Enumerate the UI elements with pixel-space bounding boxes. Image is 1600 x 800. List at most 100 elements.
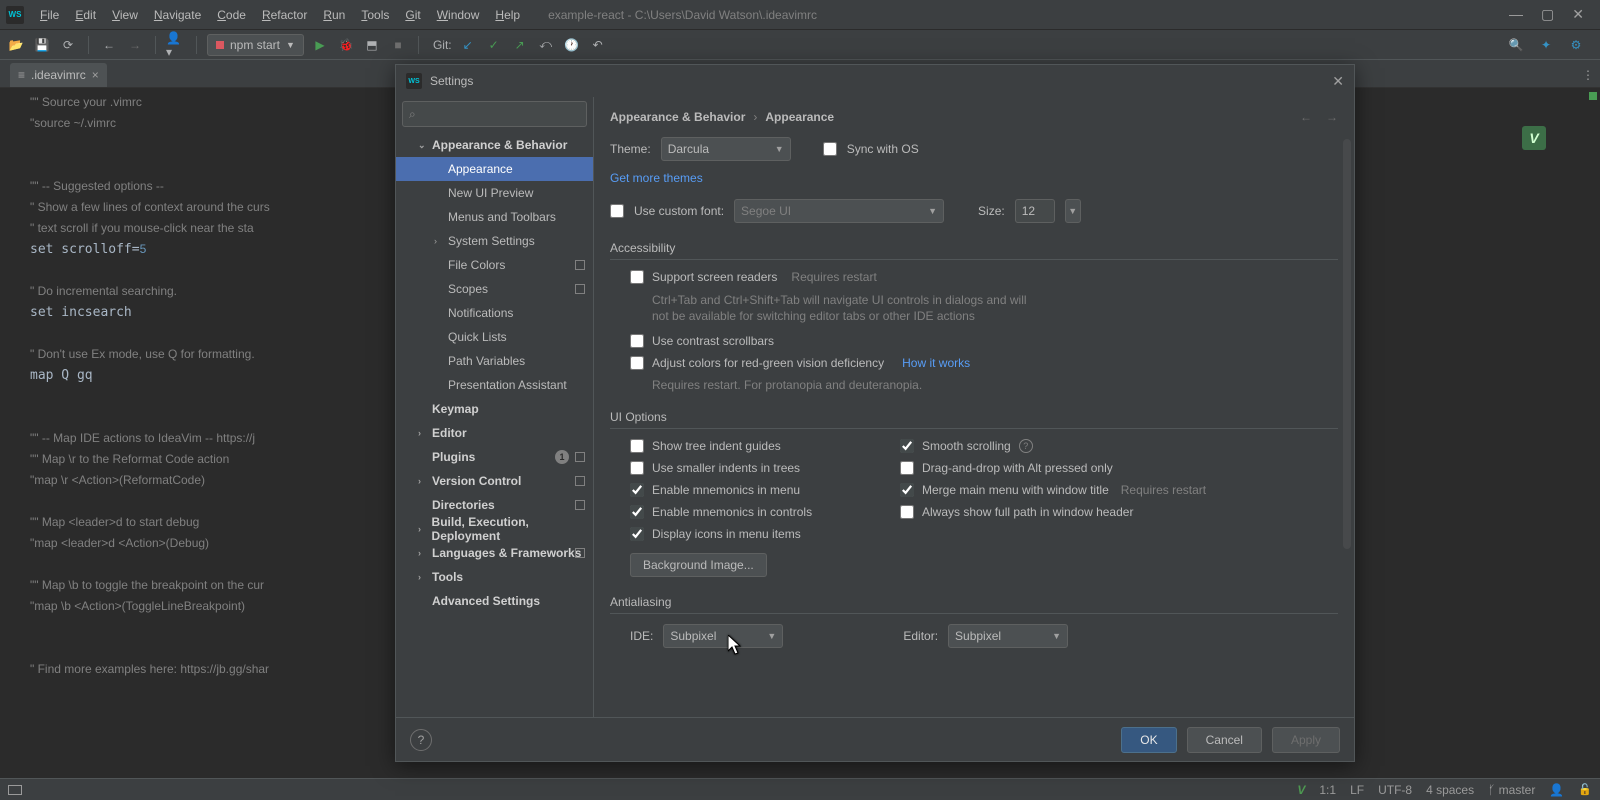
tree-item-editor[interactable]: ›Editor <box>396 421 593 445</box>
agent-icon[interactable]: 👤 <box>1549 783 1564 797</box>
adjust-colors-checkbox[interactable] <box>630 356 644 370</box>
tree-item-scopes[interactable]: Scopes <box>396 277 593 301</box>
help-button[interactable]: ? <box>410 729 432 751</box>
smooth-scrolling-checkbox[interactable] <box>900 439 914 453</box>
git-clock-icon[interactable]: 🕐 <box>562 35 582 55</box>
tree-item-build-execution-deployment[interactable]: ›Build, Execution, Deployment <box>396 517 593 541</box>
font-size-stepper[interactable]: ▼ <box>1065 199 1081 223</box>
apply-button[interactable]: Apply <box>1272 727 1340 753</box>
debug-icon[interactable]: 🐞 <box>336 35 356 55</box>
forward-icon[interactable]: → <box>125 35 145 55</box>
ide-aa-combobox[interactable]: Subpixel▼ <box>663 624 783 648</box>
gear-icon[interactable]: ⚙ <box>1566 35 1586 55</box>
run-icon[interactable]: ▶ <box>310 35 330 55</box>
editor-aa-combobox[interactable]: Subpixel▼ <box>948 624 1068 648</box>
nav-forward-icon[interactable]: → <box>1326 110 1338 124</box>
tree-item-presentation-assistant[interactable]: Presentation Assistant <box>396 373 593 397</box>
editor-tab[interactable]: ≡ .ideavimrc × <box>10 63 107 87</box>
tree-item-advanced-settings[interactable]: Advanced Settings <box>396 589 593 613</box>
full-path-checkbox[interactable] <box>900 505 914 519</box>
tab-menu-icon[interactable]: ⋮ <box>1582 68 1594 82</box>
breadcrumb-parent[interactable]: Appearance & Behavior <box>610 110 745 124</box>
indent-status[interactable]: 4 spaces <box>1426 783 1474 797</box>
close-button[interactable]: ✕ <box>1572 6 1584 23</box>
settings-search-input[interactable]: ⌕ <box>402 101 587 127</box>
font-size-input[interactable] <box>1015 199 1055 223</box>
git-update-icon[interactable]: ↙ <box>458 35 478 55</box>
menu-refactor[interactable]: Refactor <box>254 4 315 26</box>
tree-item-directories[interactable]: Directories <box>396 493 593 517</box>
tree-indent-checkbox[interactable] <box>630 439 644 453</box>
tree-item-file-colors[interactable]: File Colors <box>396 253 593 277</box>
search-icon[interactable]: 🔍 <box>1506 35 1526 55</box>
caret-position[interactable]: 1:1 <box>1319 783 1336 797</box>
tree-item-quick-lists[interactable]: Quick Lists <box>396 325 593 349</box>
smaller-indents-checkbox[interactable] <box>630 461 644 475</box>
tree-item-appearance[interactable]: Appearance <box>396 157 593 181</box>
file-encoding[interactable]: UTF-8 <box>1378 783 1412 797</box>
panel-scrollbar[interactable] <box>1343 137 1353 717</box>
tree-item-menus-and-toolbars[interactable]: Menus and Toolbars <box>396 205 593 229</box>
menu-help[interactable]: Help <box>487 4 528 26</box>
stop-icon[interactable]: ■ <box>388 35 408 55</box>
menu-git[interactable]: Git <box>397 4 428 26</box>
back-icon[interactable]: ← <box>99 35 119 55</box>
save-icon[interactable]: 💾 <box>32 35 52 55</box>
line-separator[interactable]: LF <box>1350 783 1364 797</box>
display-icons-checkbox[interactable] <box>630 527 644 541</box>
tree-item-appearance-behavior[interactable]: ⌄Appearance & Behavior <box>396 133 593 157</box>
nav-back-icon[interactable]: ← <box>1300 110 1312 124</box>
menu-tools[interactable]: Tools <box>353 4 397 26</box>
tree-item-system-settings[interactable]: ›System Settings <box>396 229 593 253</box>
reload-icon[interactable]: ⟳ <box>58 35 78 55</box>
tree-item-path-variables[interactable]: Path Variables <box>396 349 593 373</box>
contrast-scrollbars-checkbox[interactable] <box>630 334 644 348</box>
vim-status-icon[interactable]: V <box>1297 783 1305 797</box>
readonly-lock-icon[interactable]: 🔓 <box>1578 783 1592 796</box>
git-commit-icon[interactable]: ✓ <box>484 35 504 55</box>
add-user-icon[interactable]: 👤▾ <box>166 35 186 55</box>
get-more-themes-link[interactable]: Get more themes <box>610 171 703 185</box>
menu-code[interactable]: Code <box>209 4 254 26</box>
menu-run[interactable]: Run <box>315 4 353 26</box>
settings-tree[interactable]: ⌄Appearance & BehaviorAppearanceNew UI P… <box>396 133 593 717</box>
tree-item-keymap[interactable]: Keymap <box>396 397 593 421</box>
sync-os-checkbox[interactable] <box>823 142 837 156</box>
info-icon[interactable]: ? <box>1019 439 1033 453</box>
font-combobox[interactable]: Segoe UI▼ <box>734 199 944 223</box>
tree-item-version-control[interactable]: ›Version Control <box>396 469 593 493</box>
run-config-selector[interactable]: npm start ▼ <box>207 34 304 56</box>
mnemonics-controls-checkbox[interactable] <box>630 505 644 519</box>
menu-navigate[interactable]: Navigate <box>146 4 209 26</box>
git-branch[interactable]: ᚶ master <box>1488 783 1535 797</box>
menu-edit[interactable]: Edit <box>67 4 104 26</box>
drag-drop-alt-checkbox[interactable] <box>900 461 914 475</box>
merge-menu-checkbox[interactable] <box>900 483 914 497</box>
ai-icon[interactable]: ✦ <box>1536 35 1556 55</box>
minimize-button[interactable]: — <box>1509 6 1523 23</box>
git-push-icon[interactable]: ↗ <box>510 35 530 55</box>
theme-combobox[interactable]: Darcula▼ <box>661 137 791 161</box>
tree-item-plugins[interactable]: Plugins1 <box>396 445 593 469</box>
open-icon[interactable]: 📂 <box>6 35 26 55</box>
cancel-button[interactable]: Cancel <box>1187 727 1262 753</box>
ideavim-badge-icon[interactable]: V <box>1522 126 1546 150</box>
tree-item-languages-frameworks[interactable]: ›Languages & Frameworks <box>396 541 593 565</box>
mnemonics-menu-checkbox[interactable] <box>630 483 644 497</box>
how-it-works-link[interactable]: How it works <box>902 356 970 370</box>
tree-item-tools[interactable]: ›Tools <box>396 565 593 589</box>
maximize-button[interactable]: ▢ <box>1541 6 1554 23</box>
dialog-close-icon[interactable]: ✕ <box>1332 73 1344 90</box>
tab-close-icon[interactable]: × <box>92 68 99 82</box>
tool-window-toggle-icon[interactable] <box>8 785 22 795</box>
tree-item-new-ui-preview[interactable]: New UI Preview <box>396 181 593 205</box>
menu-view[interactable]: View <box>104 4 146 26</box>
custom-font-checkbox[interactable] <box>610 204 624 218</box>
menu-file[interactable]: File <box>32 4 67 26</box>
menu-window[interactable]: Window <box>429 4 488 26</box>
coverage-icon[interactable]: ⬒ <box>362 35 382 55</box>
screen-readers-checkbox[interactable] <box>630 270 644 284</box>
background-image-button[interactable]: Background Image... <box>630 553 767 577</box>
git-rollback-icon[interactable]: ↶ <box>588 35 608 55</box>
git-history-icon[interactable]: ⤺ <box>536 35 556 55</box>
